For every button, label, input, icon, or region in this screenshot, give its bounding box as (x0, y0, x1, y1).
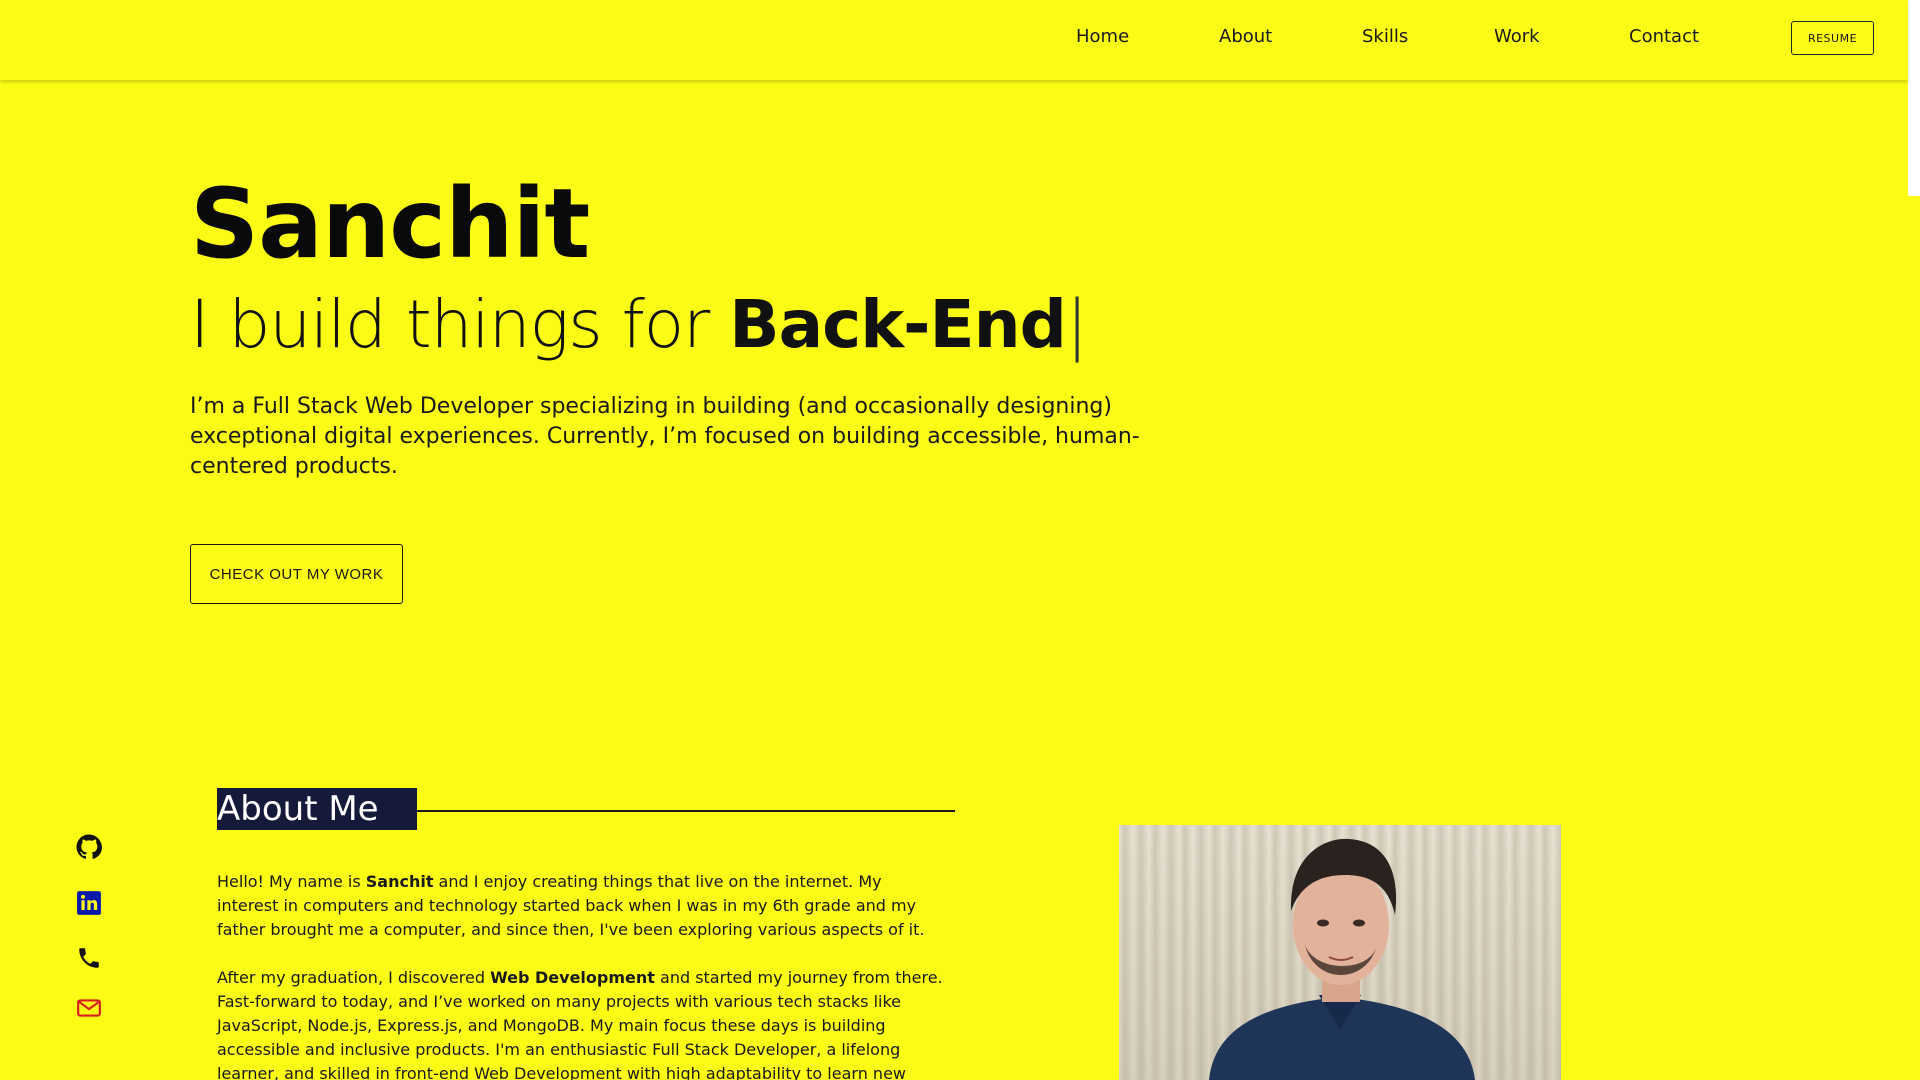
github-icon[interactable] (76, 834, 102, 860)
phone-icon[interactable] (76, 945, 102, 971)
scrollbar[interactable] (1908, 0, 1920, 1080)
about-text: Hello! My name is Sanchit and I enjoy cr… (217, 870, 947, 1080)
about-paragraph-1: Hello! My name is Sanchit and I enjoy cr… (217, 870, 947, 942)
about-heading-row: About Me (217, 788, 955, 830)
nav-skills-link[interactable]: Skills (1362, 26, 1408, 47)
nav-work-link[interactable]: Work (1494, 26, 1540, 47)
about-p1-text: Hello! My name is (217, 872, 366, 891)
navbar: Home About Skills Work Contact RESUME (0, 0, 1908, 80)
linkedin-icon[interactable] (76, 890, 102, 916)
about-p2-text: After my graduation, I discovered (217, 968, 491, 987)
profile-photo-illustration (1209, 838, 1475, 1080)
hero-description: I’m a Full Stack Web Developer specializ… (190, 394, 1140, 479)
hero-tagline: I build things for Back-End| (190, 285, 1088, 364)
about-divider (417, 810, 955, 812)
nav-home-link[interactable]: Home (1076, 26, 1129, 47)
hero-tagline-accent: Back-End (729, 286, 1067, 363)
scrollbar-thumb[interactable] (1908, 0, 1920, 196)
hero-tagline-prefix: I build things for (190, 286, 730, 363)
about-paragraph-2: After my graduation, I discovered Web De… (217, 966, 947, 1080)
profile-photo (1119, 825, 1561, 1080)
about-heading: About Me (217, 788, 417, 830)
nav-about-link[interactable]: About (1219, 26, 1272, 47)
resume-button[interactable]: RESUME (1791, 21, 1874, 55)
typing-cursor: | (1065, 286, 1088, 363)
nav-contact-link[interactable]: Contact (1629, 26, 1699, 47)
about-name-highlight: Sanchit (365, 872, 434, 891)
check-out-work-button[interactable]: CHECK OUT MY WORK (190, 544, 403, 604)
about-webdev-highlight: Web Development (490, 968, 655, 987)
hero-name: Sanchit (190, 168, 590, 280)
mail-icon[interactable] (76, 995, 102, 1021)
